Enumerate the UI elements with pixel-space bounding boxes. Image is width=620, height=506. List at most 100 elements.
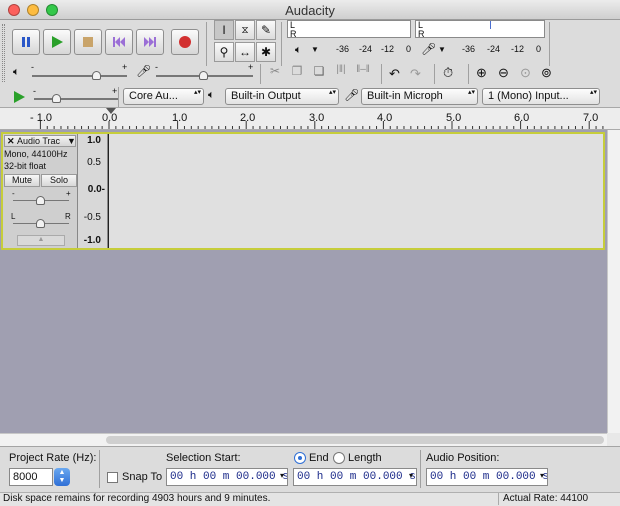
- envelope-tool-button[interactable]: ⧖: [235, 20, 255, 40]
- toolbar-separator: [281, 22, 282, 66]
- selection-start-time[interactable]: 00 h 00 m 00.000 s: [166, 468, 288, 486]
- snap-to-checkbox[interactable]: [107, 472, 118, 483]
- play-speed-slider[interactable]: [34, 98, 118, 100]
- audio-position-label: Audio Position:: [426, 452, 500, 464]
- end-radio[interactable]: [294, 452, 306, 464]
- ruler-label: 1.0: [172, 112, 188, 124]
- playback-volume-thumb[interactable]: [92, 71, 101, 80]
- time-shift-tool-button[interactable]: ↔: [235, 42, 255, 62]
- microphone-icon: 🎤︎: [421, 42, 437, 56]
- time-format-menu-icon[interactable]: ▾: [409, 471, 413, 480]
- track-header: ✕ Audio Trac ▼: [4, 135, 76, 147]
- audio-position-time[interactable]: 00 h 00 m 00.000 s: [426, 468, 548, 486]
- toolbar-grip[interactable]: [2, 24, 5, 82]
- play-at-speed-button[interactable]: [9, 87, 29, 107]
- zoom-out-icon[interactable]: ⊖: [498, 65, 509, 81]
- vertical-scrollbar[interactable]: [607, 130, 620, 433]
- slider-min-label: -: [155, 62, 158, 72]
- recording-meter[interactable]: L R: [415, 20, 545, 39]
- play-button[interactable]: [43, 29, 71, 55]
- paste-icon[interactable]: ❏: [310, 64, 328, 84]
- playback-meter-menu-icon[interactable]: ▼: [311, 45, 319, 54]
- meter-channel-right: R: [290, 29, 297, 39]
- play-meter-tick: -24: [359, 44, 373, 54]
- cut-icon[interactable]: ✂: [266, 64, 284, 84]
- toolbar-separator: [549, 22, 550, 66]
- i-beam-icon: I: [222, 23, 226, 37]
- play-icon: [14, 91, 25, 103]
- copy-icon[interactable]: ❐: [288, 64, 306, 84]
- output-device-dropdown[interactable]: Built-in Output: [225, 88, 339, 105]
- gain-thumb[interactable]: [36, 196, 45, 205]
- gain-max-label: +: [66, 189, 71, 198]
- collapse-track-button[interactable]: ▲: [17, 235, 65, 246]
- playback-volume-icon: 🔈︎: [13, 66, 20, 78]
- slider-max-label: +: [112, 86, 118, 96]
- fit-project-icon[interactable]: ⊚: [541, 65, 552, 81]
- playhead-marker[interactable]: [106, 108, 116, 114]
- snap-to-label: Snap To: [122, 471, 163, 483]
- selection-start-label: Selection Start:: [166, 452, 241, 464]
- track-format-info: 32-bit float: [4, 161, 47, 171]
- track-menu-icon[interactable]: ▼: [67, 136, 76, 146]
- slider-min-label: -: [31, 62, 34, 72]
- ruler-label: 4.0: [377, 112, 393, 124]
- track-name-button[interactable]: Audio Trac: [17, 136, 60, 146]
- selection-tool-button[interactable]: I: [214, 20, 234, 40]
- window-title: Audacity: [285, 3, 335, 18]
- ruler-label: 3.0: [309, 112, 325, 124]
- selection-end-time[interactable]: 00 h 00 m 00.000 s: [293, 468, 417, 486]
- project-rate-field[interactable]: 8000: [9, 468, 53, 486]
- skip-to-start-button[interactable]: [105, 29, 133, 55]
- zoom-in-icon[interactable]: ⊕: [476, 65, 487, 81]
- skip-to-end-button[interactable]: [136, 29, 164, 55]
- horizontal-scrollbar-thumb[interactable]: [106, 436, 604, 444]
- silence-icon[interactable]: ‖–‖: [354, 64, 372, 84]
- record-button[interactable]: [171, 29, 199, 55]
- zoom-tool-button[interactable]: ⚲: [214, 42, 234, 62]
- audio-host-dropdown[interactable]: Core Au...: [123, 88, 204, 105]
- ruler-label: - 1.0: [30, 112, 53, 124]
- mute-button[interactable]: Mute: [4, 174, 40, 187]
- scale-label: 1.0: [87, 135, 101, 146]
- playback-meter[interactable]: L R: [287, 20, 411, 39]
- close-track-icon[interactable]: ✕: [7, 136, 15, 146]
- time-format-menu-icon[interactable]: ▾: [540, 471, 544, 480]
- input-channels-dropdown[interactable]: 1 (Mono) Input...: [482, 88, 600, 105]
- waveform-display[interactable]: [108, 134, 603, 248]
- ruler-label: 5.0: [446, 112, 462, 124]
- redo-icon[interactable]: ↷: [410, 66, 421, 82]
- project-rate-stepper[interactable]: ▲ ▼: [54, 468, 70, 486]
- recording-volume-thumb[interactable]: [199, 71, 208, 80]
- actual-rate-status: Actual Rate: 44100: [503, 493, 589, 504]
- scale-label: -0.5: [83, 212, 101, 223]
- slider-min-label: -: [33, 86, 36, 96]
- toolbar-separator: [468, 64, 469, 84]
- undo-icon[interactable]: ↶: [389, 66, 400, 82]
- pause-button[interactable]: [12, 29, 40, 55]
- play-meter-tick: 0: [406, 44, 412, 54]
- length-radio[interactable]: [333, 452, 345, 464]
- track-control-panel: ✕ Audio Trac ▼ Mono, 44100Hz 32-bit floa…: [3, 134, 78, 248]
- solo-button[interactable]: Solo: [41, 174, 77, 187]
- scale-label: -1.0: [83, 235, 101, 246]
- input-device-dropdown[interactable]: Built-in Microph: [361, 88, 478, 105]
- microphone-icon: 🎤︎: [344, 88, 360, 102]
- multi-tool-button[interactable]: ✱: [256, 42, 276, 62]
- magnifier-icon: ⚲: [219, 45, 229, 59]
- draw-tool-button[interactable]: ✎: [256, 20, 276, 40]
- play-meter-tick: -36: [336, 44, 350, 54]
- time-format-menu-icon[interactable]: ▾: [280, 471, 284, 480]
- fit-selection-icon[interactable]: ⊙: [520, 65, 531, 81]
- pan-thumb[interactable]: [36, 219, 45, 228]
- sync-lock-icon[interactable]: ⏱: [443, 65, 453, 81]
- playback-volume-slider[interactable]: [32, 75, 127, 77]
- play-speed-thumb[interactable]: [52, 94, 61, 103]
- stop-button[interactable]: [74, 29, 102, 55]
- pause-icon: [22, 37, 30, 47]
- ruler-label: 6.0: [514, 112, 530, 124]
- vertical-scale[interactable]: 1.0 0.5 0.0- -0.5 -1.0: [78, 134, 108, 248]
- recording-meter-menu-icon[interactable]: ▼: [438, 45, 446, 54]
- trim-icon[interactable]: |‖|: [332, 64, 350, 84]
- play-icon: [52, 36, 63, 48]
